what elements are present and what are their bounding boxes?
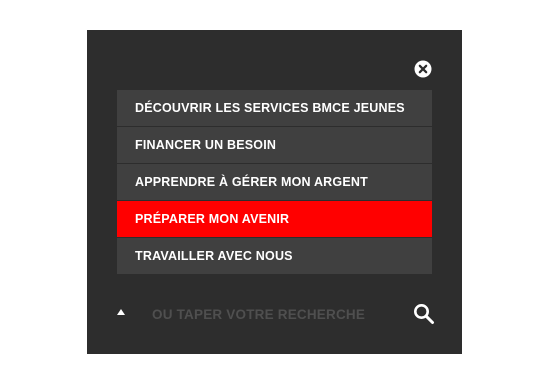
menu-item-apprendre[interactable]: APPRENDRE À GÉRER MON ARGENT: [117, 164, 432, 201]
menu-item-travailler[interactable]: TRAVAILLER AVEC NOUS: [117, 238, 432, 274]
menu-item-decouvrir[interactable]: DÉCOUVRIR LES SERVICES BMCE JEUNES: [117, 90, 432, 127]
search-icon[interactable]: [413, 303, 435, 325]
menu-item-preparer[interactable]: PRÉPARER MON AVENIR: [117, 201, 432, 238]
menu-item-financer[interactable]: FINANCER UN BESOIN: [117, 127, 432, 164]
search-bar: [117, 300, 435, 328]
triangle-up-icon[interactable]: [117, 309, 125, 315]
search-input[interactable]: [152, 302, 387, 326]
close-icon[interactable]: [414, 60, 432, 78]
nav-menu: DÉCOUVRIR LES SERVICES BMCE JEUNES FINAN…: [117, 90, 432, 274]
